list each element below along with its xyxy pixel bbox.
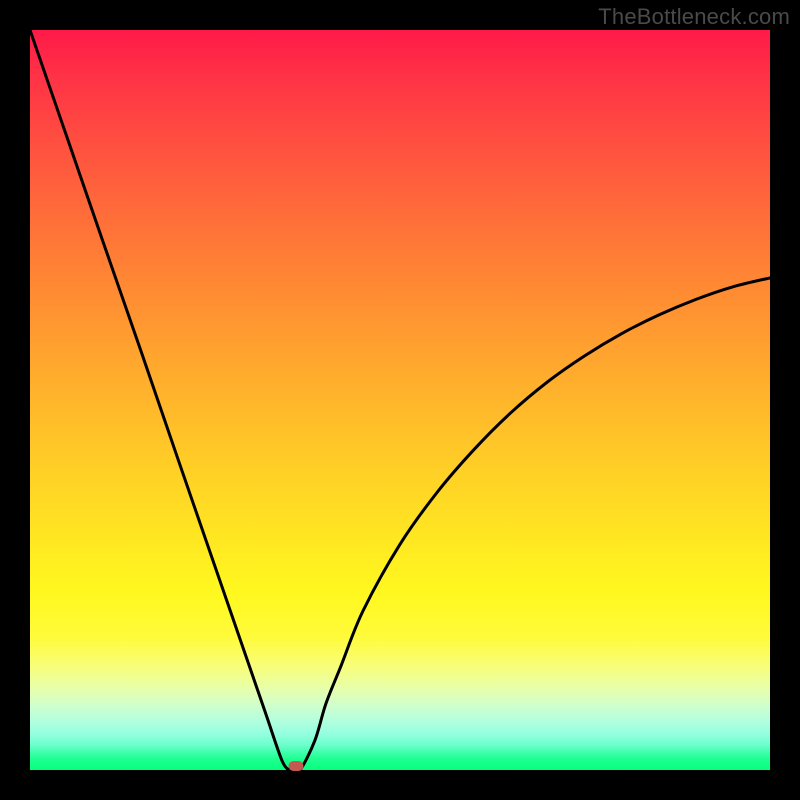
chart-marker (289, 761, 304, 771)
chart-curve-path (30, 30, 770, 770)
chart-curve-svg (30, 30, 770, 770)
chart-frame (30, 30, 770, 770)
watermark-text: TheBottleneck.com (598, 4, 790, 30)
